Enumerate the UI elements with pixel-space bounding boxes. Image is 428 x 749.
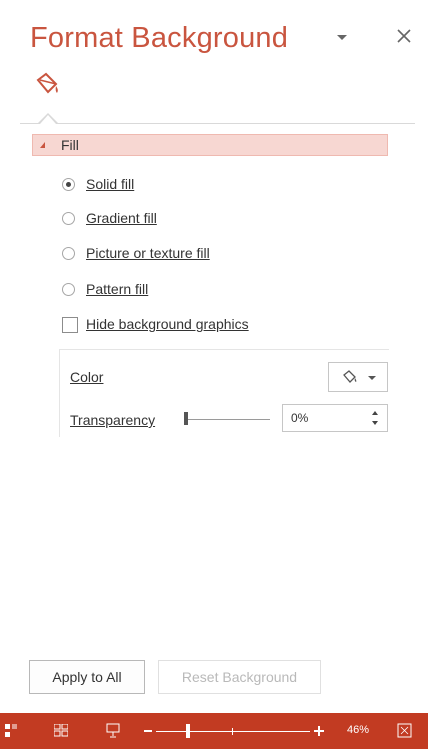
radio-label: Solid fill (86, 176, 135, 192)
status-bar: 46% (0, 713, 428, 749)
color-picker-button[interactable] (328, 362, 388, 392)
radio-button[interactable] (62, 247, 75, 260)
radio-button[interactable] (62, 283, 75, 296)
dropdown-caret-icon[interactable] (333, 28, 351, 46)
spin-down-icon[interactable] (372, 421, 378, 425)
checkbox[interactable] (62, 317, 78, 333)
zoom-level[interactable]: 46% (347, 724, 369, 736)
tab-divider (20, 123, 415, 124)
fill-section-header[interactable]: Fill (32, 134, 388, 156)
radio-label: Pattern fill (86, 281, 149, 297)
transparency-label: Transparency (70, 412, 156, 428)
checkbox-label: Hide background graphics (86, 316, 249, 332)
slide-sorter-icon[interactable] (54, 724, 68, 737)
paint-bucket-icon[interactable] (32, 70, 62, 98)
fill-section-label: Fill (61, 137, 79, 153)
apply-to-all-button[interactable]: Apply to All (29, 660, 145, 694)
radio-label: Picture or texture fill (86, 245, 210, 261)
collapse-caret-icon (40, 142, 45, 148)
sub-group-border (59, 349, 60, 437)
paint-bucket-icon (343, 370, 357, 383)
transparency-value[interactable]: 0% (291, 411, 308, 425)
zoom-slider-track[interactable] (156, 731, 310, 732)
zoom-out-icon[interactable] (143, 727, 153, 735)
reset-background-button[interactable]: Reset Background (158, 660, 321, 694)
color-label: Color (70, 369, 104, 385)
chevron-down-icon (368, 376, 376, 380)
reading-view-icon[interactable] (106, 723, 120, 738)
transparency-spinner[interactable]: 0% (282, 404, 388, 432)
zoom-slider-thumb[interactable] (186, 724, 190, 738)
radio-button[interactable] (62, 178, 75, 191)
spin-up-icon[interactable] (372, 411, 378, 415)
radio-button[interactable] (62, 212, 75, 225)
transparency-slider-thumb[interactable] (184, 412, 188, 425)
zoom-in-icon[interactable] (313, 725, 325, 737)
transparency-slider-track[interactable] (184, 419, 270, 420)
fit-to-window-icon[interactable] (397, 723, 412, 738)
normal-view-icon[interactable] (5, 724, 17, 738)
format-background-pane: Format Background Fill Solid fill Gradie… (0, 0, 428, 749)
radio-label: Gradient fill (86, 210, 157, 226)
close-icon[interactable] (394, 26, 414, 46)
pane-title: Format Background (30, 22, 289, 54)
sub-group-divider (59, 349, 389, 350)
